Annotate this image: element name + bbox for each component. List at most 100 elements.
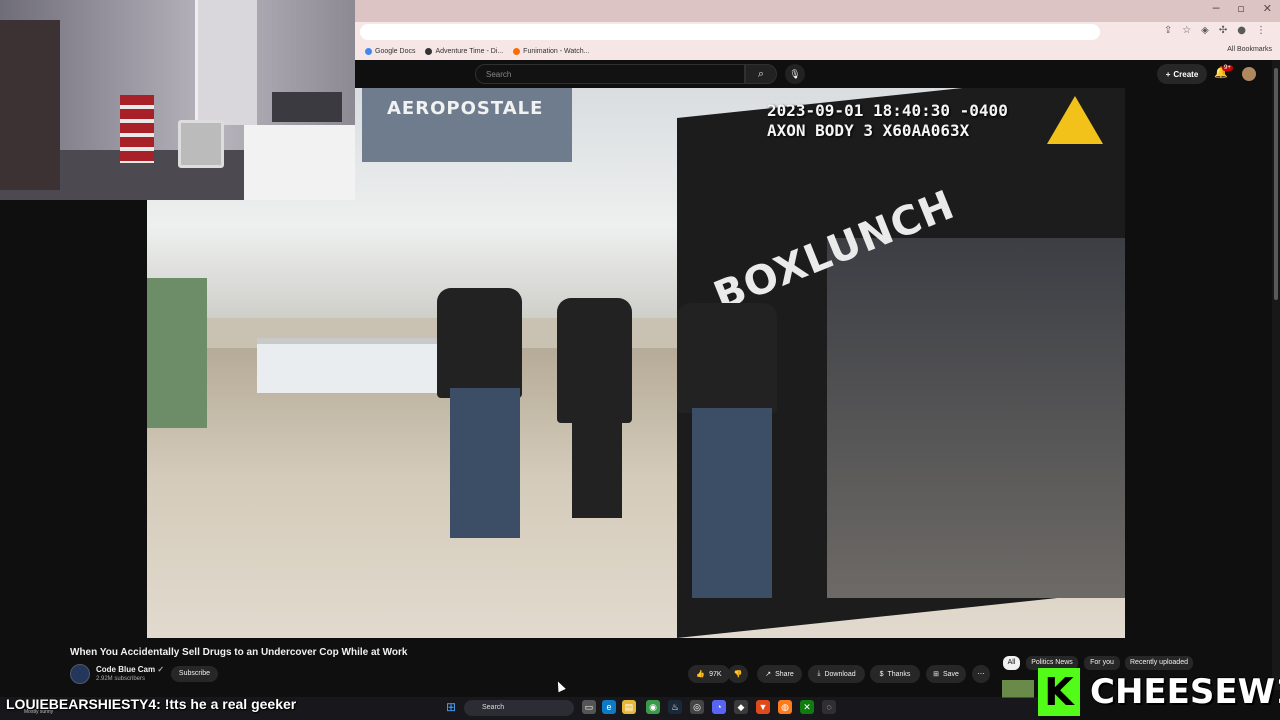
bookmark-label: Adventure Time - Di... (435, 47, 504, 55)
chrome-profile-icon[interactable]: ◎ (690, 700, 704, 714)
close-icon[interactable]: ✕ (1263, 2, 1272, 15)
timestamp-text: 2023-09-01 18:40:30 -0400 (767, 101, 1008, 120)
officer-left (437, 288, 522, 398)
detained-person-legs (572, 408, 622, 518)
chip-for-you[interactable]: For you (1084, 656, 1120, 670)
plus-icon: + (1165, 69, 1171, 79)
task-view-icon[interactable]: ▭ (582, 700, 596, 714)
chip-recently-uploaded[interactable]: Recently uploaded (1125, 656, 1193, 670)
extension-icon[interactable]: ◈ (1201, 25, 1209, 36)
subscribe-button[interactable]: Subscribe (171, 666, 218, 682)
officer-left-legs (450, 388, 520, 538)
webcam-overlay (0, 0, 355, 200)
search-icon: ⌕ (757, 68, 765, 80)
taskbar-search[interactable]: Search (464, 700, 574, 716)
webcam-door (195, 0, 257, 125)
window-controls: ─ ▫ ✕ (1213, 2, 1272, 15)
detained-person (557, 298, 632, 423)
search-button[interactable]: ⌕ (745, 64, 777, 84)
thanks-label: Thanks (887, 670, 911, 678)
download-button[interactable]: ⤓ Download (808, 665, 865, 683)
share-button[interactable]: ↗ Share (757, 665, 802, 683)
video-title: When You Accidentally Sell Drugs to an U… (70, 647, 408, 658)
windows-start-icon[interactable]: ⊞ (446, 701, 458, 713)
xbox-icon[interactable]: ✕ (800, 700, 814, 714)
avatar[interactable] (1242, 67, 1256, 81)
toolbar-icons: ⇪ ☆ ◈ ✣ ● ⋮ (1164, 25, 1266, 36)
webcam-shelf (0, 20, 60, 190)
save-button[interactable]: ⊞ Save (926, 665, 966, 683)
streamer-name: CHEESEW1Z (1090, 672, 1280, 712)
folder-icon[interactable]: ▤ (622, 700, 636, 714)
dislike-button[interactable]: 👎 (728, 665, 748, 683)
minimize-icon[interactable]: ─ (1213, 2, 1220, 15)
kiosk (257, 338, 447, 393)
search-input[interactable]: Search (475, 64, 745, 84)
download-icon: ⤓ (817, 670, 821, 677)
thanks-icon: $ (879, 670, 884, 678)
chat-message: !tts he a real geeker (160, 696, 297, 712)
bookmark-icon: ⊞ (933, 671, 939, 678)
bystander (147, 278, 207, 428)
recommended-thumbnail[interactable] (1002, 680, 1034, 698)
chrome-icon[interactable]: ◉ (646, 700, 660, 714)
device-id: AXON BODY 3 X60AA063X (767, 121, 970, 140)
more-button[interactable]: ⋯ (972, 665, 990, 683)
thumbs-up-icon: 👍 (696, 671, 706, 678)
brave-icon[interactable]: ▼ (756, 700, 770, 714)
address-bar[interactable] (360, 24, 1100, 40)
scrollbar-thumb[interactable] (1274, 68, 1278, 300)
axon-logo (1047, 96, 1103, 144)
like-button[interactable]: 👍 97K (688, 665, 730, 683)
thumbs-down-icon: 👎 (733, 671, 743, 678)
subscriber-count: 2.92M subscribers (96, 676, 146, 682)
create-button[interactable]: + Create (1157, 64, 1207, 84)
bookmark-funimation[interactable]: Funimation - Watch... (513, 47, 590, 55)
all-bookmarks[interactable]: All Bookmarks (1227, 46, 1272, 53)
funimation-icon (513, 47, 521, 55)
officer-right (677, 303, 777, 413)
discord-icon[interactable]: ◔ (712, 700, 726, 714)
maximize-icon[interactable]: ▫ (1237, 2, 1244, 15)
obs-icon[interactable]: ◌ (822, 700, 836, 714)
bookmark-adventure-time[interactable]: Adventure Time - Di... (425, 47, 504, 55)
channel-name-text: Code Blue Cam (96, 665, 156, 674)
bodycam-timestamp: 2023-09-01 18:40:30 -0400 AXON BODY 3 X6… (767, 101, 1008, 141)
chip-all[interactable]: All (1003, 656, 1020, 670)
verified-icon: ✓ (157, 665, 165, 674)
mic-button[interactable]: 🎙 (785, 64, 805, 84)
bookmark-label: Google Docs (375, 47, 416, 55)
docs-icon (365, 47, 372, 55)
mic-icon: 🎙 (789, 69, 801, 79)
profile-icon[interactable]: ● (1237, 25, 1246, 36)
channel-avatar[interactable] (70, 664, 90, 684)
channel-name[interactable]: Code Blue Cam ✓ (96, 665, 164, 674)
bookmark-google-docs[interactable]: Google Docs (365, 47, 416, 55)
create-label: Create (1173, 69, 1199, 79)
download-label: Download (824, 670, 856, 678)
app-icon[interactable]: ◆ (734, 700, 748, 714)
edge-icon[interactable]: e (602, 700, 616, 714)
weather-text: Mostly sunny (24, 709, 54, 715)
share-label: Share (775, 670, 794, 678)
notification-badge: 9+ (1222, 65, 1233, 71)
thanks-button[interactable]: $ Thanks (870, 665, 920, 683)
webcam-box (272, 92, 342, 122)
like-count: 97K (709, 670, 722, 678)
puzzle-icon[interactable]: ✣ (1219, 25, 1227, 36)
more-icon: ⋯ (977, 671, 985, 678)
kick-logo: K (1038, 668, 1080, 716)
share-icon[interactable]: ⇪ (1164, 25, 1172, 36)
share-icon: ↗ (765, 671, 772, 678)
banner-text: AEROPOSTALE (387, 98, 544, 119)
bookmark-label: Funimation - Watch... (523, 47, 590, 55)
steam-icon[interactable]: ♨ (668, 700, 682, 714)
menu-icon[interactable]: ⋮ (1256, 25, 1266, 36)
store-window (827, 238, 1125, 598)
firefox-icon[interactable]: ◍ (778, 700, 792, 714)
site-icon (425, 47, 433, 55)
star-icon[interactable]: ☆ (1182, 25, 1191, 36)
webcam-can-stack (120, 95, 154, 163)
bookmarks-bar: Google Docs Adventure Time - Di... Funim… (355, 42, 1280, 60)
webcam-fan (178, 120, 224, 168)
